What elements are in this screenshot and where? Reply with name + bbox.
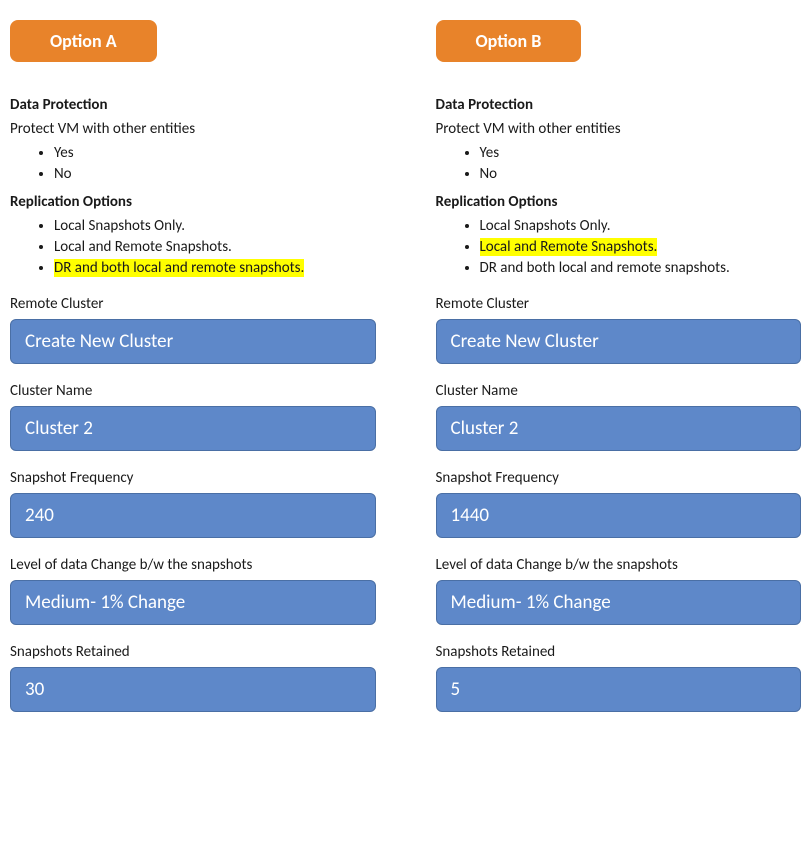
option-b-column: Option B Data Protection Protect VM with… — [436, 20, 802, 712]
replication-list-a: Local Snapshots Only. Local and Remote S… — [10, 217, 376, 277]
data-change-label-b: Level of data Change b/w the snapshots — [436, 556, 802, 574]
replication-list-b: Local Snapshots Only. Local and Remote S… — [436, 217, 802, 277]
replication-item-b-1: Local and Remote Snapshots. — [480, 238, 802, 256]
protect-vm-prompt-a: Protect VM with other entities — [10, 120, 376, 138]
choice-yes-a: Yes — [54, 144, 376, 162]
choice-yes-b: Yes — [480, 144, 802, 162]
protect-vm-prompt-b: Protect VM with other entities — [436, 120, 802, 138]
replication-item-a-1: Local and Remote Snapshots. — [54, 238, 376, 256]
protect-vm-choices-a: Yes No — [10, 144, 376, 183]
data-change-field-a[interactable]: Medium- 1% Change — [10, 580, 376, 625]
replication-item-b-2: DR and both local and remote snapshots. — [480, 259, 802, 277]
snapshots-retained-field-a[interactable]: 30 — [10, 667, 376, 712]
cluster-name-label-a: Cluster Name — [10, 382, 376, 400]
option-a-header: Option A — [10, 20, 157, 62]
snapshots-retained-field-b[interactable]: 5 — [436, 667, 802, 712]
option-b-header: Option B — [436, 20, 582, 62]
remote-cluster-field-b[interactable]: Create New Cluster — [436, 319, 802, 364]
cluster-name-field-a[interactable]: Cluster 2 — [10, 406, 376, 451]
choice-no-a: No — [54, 165, 376, 183]
snapshot-frequency-label-a: Snapshot Frequency — [10, 469, 376, 487]
data-change-label-a: Level of data Change b/w the snapshots — [10, 556, 376, 574]
cluster-name-label-b: Cluster Name — [436, 382, 802, 400]
protect-vm-choices-b: Yes No — [436, 144, 802, 183]
columns-container: Option A Data Protection Protect VM with… — [10, 20, 801, 712]
snapshot-frequency-field-b[interactable]: 1440 — [436, 493, 802, 538]
remote-cluster-label-b: Remote Cluster — [436, 295, 802, 313]
replication-heading-b: Replication Options — [436, 193, 802, 211]
option-a-column: Option A Data Protection Protect VM with… — [10, 20, 376, 712]
replication-heading-a: Replication Options — [10, 193, 376, 211]
data-protection-heading-a: Data Protection — [10, 96, 376, 114]
remote-cluster-field-a[interactable]: Create New Cluster — [10, 319, 376, 364]
replication-item-a-0: Local Snapshots Only. — [54, 217, 376, 235]
replication-item-a-2: DR and both local and remote snapshots. — [54, 259, 376, 277]
snapshot-frequency-label-b: Snapshot Frequency — [436, 469, 802, 487]
snapshots-retained-label-b: Snapshots Retained — [436, 643, 802, 661]
replication-item-b-0: Local Snapshots Only. — [480, 217, 802, 235]
choice-no-b: No — [480, 165, 802, 183]
cluster-name-field-b[interactable]: Cluster 2 — [436, 406, 802, 451]
remote-cluster-label-a: Remote Cluster — [10, 295, 376, 313]
snapshots-retained-label-a: Snapshots Retained — [10, 643, 376, 661]
data-change-field-b[interactable]: Medium- 1% Change — [436, 580, 802, 625]
snapshot-frequency-field-a[interactable]: 240 — [10, 493, 376, 538]
data-protection-heading-b: Data Protection — [436, 96, 802, 114]
